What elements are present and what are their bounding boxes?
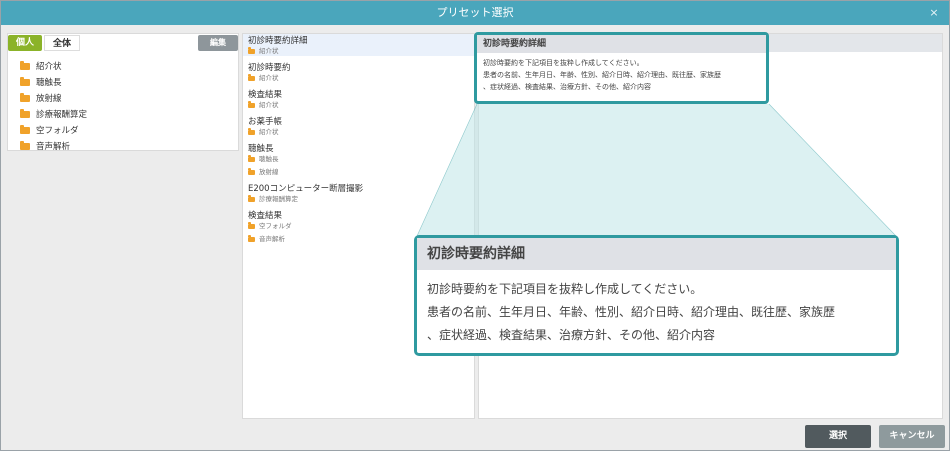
folder-icon <box>248 168 255 175</box>
tree-item-shokaijo[interactable]: 紹介状 <box>20 58 87 74</box>
tree-item-label: 空フォルダ <box>36 126 79 136</box>
preset-title: 聴触長 <box>248 144 274 154</box>
preset-folder: 紹介状 <box>259 101 279 109</box>
edit-button[interactable]: 編集 <box>198 35 238 51</box>
list-item[interactable]: お薬手帳 紹介状 <box>243 115 474 137</box>
preset-title: 初診時要約 <box>248 63 291 73</box>
tab-personal[interactable]: 個人 <box>8 35 42 51</box>
zoomed-line: 、症状経過、検査結果、治療方針、その他、紹介内容 <box>427 328 716 342</box>
folder-icon <box>248 155 255 162</box>
preset-title: E200コンピューター断層撮影 <box>248 184 364 194</box>
tree-item-label: 診療報酬算定 <box>36 110 88 120</box>
preset-title: 検査結果 <box>248 90 283 100</box>
preset-folder: 紹介状 <box>259 74 279 82</box>
folder-icon <box>20 60 30 70</box>
folder-icon <box>248 195 255 202</box>
folder-icon <box>20 124 30 134</box>
preview-callout-zoomed: 初診時要約詳細 初診時要約を下記項目を抜粋し作成してください。 患者の名前、生年… <box>414 235 899 356</box>
dialog-titlebar: プリセット選択 × <box>1 1 949 25</box>
preset-folder: 紹介状 <box>259 47 279 55</box>
list-item[interactable]: 初診時要約詳細 紹介状 <box>243 34 474 56</box>
tree-item-onsei[interactable]: 音声解析 <box>20 138 87 154</box>
preset-folder: 紹介状 <box>259 128 279 136</box>
preset-title: 検査結果 <box>248 211 283 221</box>
preview-line: 、症状経過、検査結果、治療方針、その他、紹介内容 <box>483 83 651 91</box>
preset-folder: 音声解析 <box>259 235 285 243</box>
tree-item-label: 音声解析 <box>36 142 71 152</box>
folder-icon <box>248 235 255 242</box>
folder-tree: 紹介状 聴触長 放射線 診療報酬算定 空フォルダ 音声解析 <box>20 58 87 154</box>
tree-item-hoshasen[interactable]: 放射線 <box>20 90 87 106</box>
preset-title: 初診時要約詳細 <box>248 36 308 46</box>
preset-folder: 聴触長 <box>259 155 279 163</box>
tree-item-label: 放射線 <box>36 94 62 104</box>
folder-icon <box>248 47 255 54</box>
preview-callout-small: 初診時要約詳細 初診時要約を下記項目を抜粋し作成してください。 患者の名前、生年… <box>474 32 769 104</box>
folder-icon <box>248 74 255 81</box>
folder-icon <box>248 222 255 229</box>
preview-body: 初診時要約を下記項目を抜粋し作成してください。 患者の名前、生年月日、年齢、性別… <box>477 53 766 97</box>
list-item[interactable]: E200コンピューター断層撮影 診療報酬算定 <box>243 182 474 204</box>
list-item[interactable]: 検査結果 紹介状 <box>243 88 474 110</box>
tree-item-label: 紹介状 <box>36 62 62 72</box>
preset-folder: 空フォルダ <box>259 222 292 230</box>
tree-item-choshokucho[interactable]: 聴触長 <box>20 74 87 90</box>
list-item[interactable]: 聴触長 聴触長 放射線 <box>243 142 474 177</box>
preset-folder: 放射線 <box>259 168 279 176</box>
folder-icon <box>20 140 30 150</box>
list-item[interactable]: 初診時要約 紹介状 <box>243 61 474 83</box>
close-icon[interactable]: × <box>927 1 941 25</box>
cancel-button[interactable]: キャンセル <box>879 425 945 448</box>
folder-icon <box>248 128 255 135</box>
tab-all[interactable]: 全体 <box>44 35 80 51</box>
preset-folder: 診療報酬算定 <box>259 195 298 203</box>
zoomed-line: 初診時要約を下記項目を抜粋し作成してください。 <box>427 282 703 296</box>
preview-line: 患者の名前、生年月日、年齢、性別、紹介日時、紹介理由、既往歴、家族歴 <box>483 71 721 79</box>
zoomed-line: 患者の名前、生年月日、年齢、性別、紹介日時、紹介理由、既往歴、家族歴 <box>427 305 836 319</box>
preset-title: お薬手帳 <box>248 117 283 127</box>
folder-icon <box>20 92 30 102</box>
preset-list: 初診時要約詳細 紹介状 初診時要約 紹介状 検査結果 紹介状 お薬手帳 紹介状 … <box>242 33 475 419</box>
tree-item-shinryo[interactable]: 診療報酬算定 <box>20 106 87 122</box>
dialog-title: プリセット選択 <box>436 6 514 19</box>
tree-item-empty-folder[interactable]: 空フォルダ <box>20 122 87 138</box>
folder-icon <box>20 108 30 118</box>
folder-icon <box>248 101 255 108</box>
zoomed-title: 初診時要約詳細 <box>417 238 896 270</box>
folder-icon <box>20 76 30 86</box>
preview-line: 初診時要約を下記項目を抜粋し作成してください。 <box>483 59 644 67</box>
preview-title: 初診時要約詳細 <box>477 35 766 53</box>
preset-dialog: プリセット選択 × 個人 全体 編集 紹介状 聴触長 放射線 診療報酬算定 空フ… <box>0 0 950 451</box>
select-button[interactable]: 選択 <box>805 425 871 448</box>
zoomed-body: 初診時要約を下記項目を抜粋し作成してください。 患者の名前、生年月日、年齢、性別… <box>417 270 896 355</box>
tree-item-label: 聴触長 <box>36 78 62 88</box>
folder-panel: 個人 全体 編集 紹介状 聴触長 放射線 診療報酬算定 空フォルダ 音声解析 <box>7 33 239 154</box>
